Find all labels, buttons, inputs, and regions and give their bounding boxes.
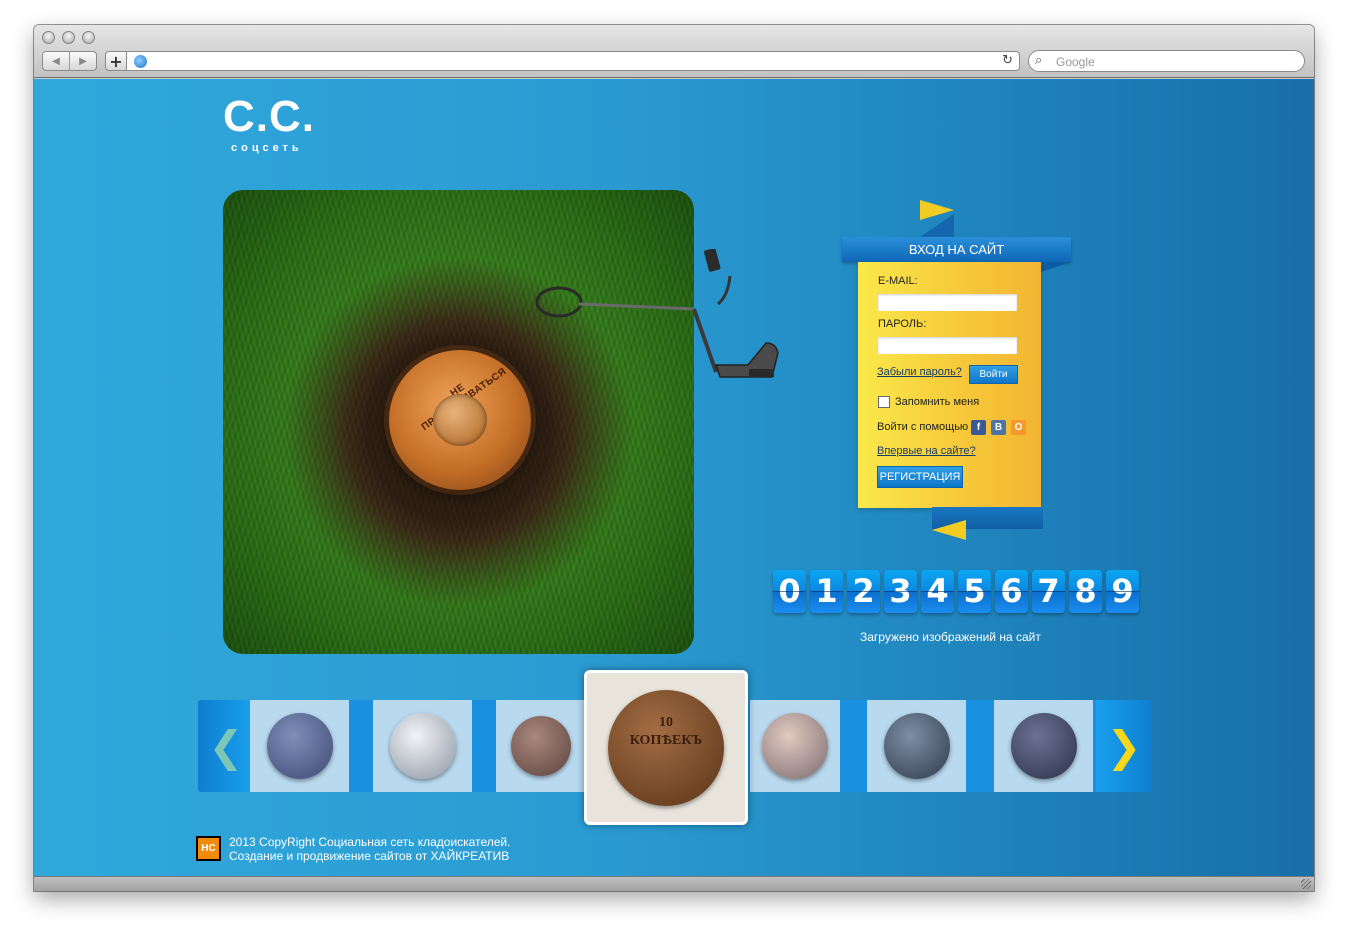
site-logo[interactable]: C.C. соцсеть [223, 92, 315, 154]
search-icon: ⌕ [1035, 53, 1043, 68]
coin-carousel: ❮ 10 КОПѢЕКЪ ❯ [198, 670, 1152, 825]
counter-digit: 0 [773, 570, 806, 613]
add-bookmark-button[interactable]: + [105, 51, 127, 71]
address-bar[interactable]: ↻ [127, 51, 1020, 71]
email-field[interactable] [878, 294, 1017, 311]
browser-toolbar: ◀ ▶ + ↻ ⌕ Google [34, 25, 1314, 78]
login-submit-button[interactable]: Войти [969, 365, 1018, 384]
login-form: E-MAIL: ПАРОЛЬ: Забыли пароль? Войти Зап… [858, 262, 1041, 508]
carousel-next-button[interactable]: ❯ [1096, 700, 1152, 792]
odnoklassniki-icon[interactable]: O [1011, 420, 1026, 435]
upload-counter: 0 1 2 3 4 5 6 7 8 9 [773, 570, 1139, 614]
counter-digit: 7 [1032, 570, 1065, 613]
coin-image [511, 716, 571, 776]
counter-digit: 6 [995, 570, 1028, 613]
coin-denomination: 10 [659, 714, 673, 730]
chevron-left-icon: ❮ [208, 721, 244, 771]
carousel-item[interactable] [867, 700, 966, 792]
counter-digit: 9 [1106, 570, 1139, 613]
close-window-button[interactable] [42, 31, 55, 44]
chevron-right-icon: ❯ [1106, 721, 1142, 771]
login-panel: ВХОД НА САЙТ E-MAIL: ПАРОЛЬ: Забыли паро… [842, 200, 1074, 550]
social-buttons: f B O [971, 420, 1031, 436]
coin-image: 10 КОПѢЕКЪ [608, 689, 724, 806]
email-label: E-MAIL: [878, 275, 918, 287]
coin-legend: КОПѢЕКЪ [629, 732, 703, 748]
carousel-item[interactable] [994, 700, 1093, 792]
carousel-prev-button[interactable]: ❮ [198, 700, 254, 792]
browser-window: ◀ ▶ + ↻ ⌕ Google C.C. соцсеть НЕ ПРИТРАГ… [34, 25, 1314, 891]
carousel-item[interactable] [496, 700, 586, 792]
carousel-item-active[interactable]: 10 КОПѢЕКЪ [584, 670, 748, 825]
coin-image [1010, 713, 1077, 779]
page-viewport: C.C. соцсеть НЕ ПРИТРАГИВАТЬСЯ ВХОД НА С [34, 79, 1314, 876]
resize-grip-icon[interactable] [1301, 879, 1311, 889]
coin-image [266, 713, 333, 779]
login-header: ВХОД НА САЙТ [842, 237, 1071, 262]
vkontakte-icon[interactable]: B [991, 420, 1006, 435]
counter-digit: 3 [884, 570, 917, 613]
footer-line-1: 2013 CopyRight Социальная сеть кладоиска… [229, 835, 511, 849]
password-field[interactable] [878, 337, 1017, 354]
login-title: ВХОД НА САЙТ [908, 242, 1005, 257]
logo-subtitle: соцсеть [231, 142, 303, 154]
remember-label: Запомнить меня [895, 396, 980, 408]
forward-arrow-icon[interactable]: ▶ [69, 52, 96, 70]
reload-icon[interactable]: ↻ [1002, 53, 1013, 68]
coin-image [883, 713, 950, 779]
minimize-window-button[interactable] [62, 31, 75, 44]
back-arrow-icon[interactable]: ◀ [43, 52, 69, 70]
status-bar [34, 876, 1314, 891]
counter-caption: Загружено изображений на сайт [860, 630, 1041, 644]
footer-line-2: Создание и продвижение сайтов от ХАЙКРЕА… [229, 849, 510, 863]
counter-digit: 8 [1069, 570, 1102, 613]
search-placeholder: Google [1056, 55, 1095, 69]
counter-digit: 2 [847, 570, 880, 613]
register-button[interactable]: РЕГИСТРАЦИЯ [877, 466, 963, 488]
globe-icon [134, 55, 147, 68]
counter-digit: 4 [921, 570, 954, 613]
remember-checkbox[interactable] [878, 396, 890, 408]
counter-digit: 1 [810, 570, 843, 613]
search-input[interactable]: ⌕ Google [1028, 50, 1305, 72]
logo-title: C.C. [223, 92, 315, 141]
facebook-icon[interactable]: f [971, 420, 986, 435]
developer-logo[interactable]: HC [196, 836, 221, 861]
metal-detector-illustration [535, 249, 779, 378]
coin-image [762, 713, 828, 779]
counter-digit: 5 [958, 570, 991, 613]
password-label: ПАРОЛЬ: [878, 318, 927, 330]
social-login-label: Войти с помощью [877, 421, 969, 433]
zoom-window-button[interactable] [82, 31, 95, 44]
carousel-item[interactable] [750, 700, 840, 792]
history-nav: ◀ ▶ [42, 51, 97, 71]
first-time-link[interactable]: Впервые на сайте? [877, 445, 976, 457]
forgot-password-link[interactable]: Забыли пароль? [877, 366, 962, 378]
coin-image [389, 713, 456, 779]
carousel-item[interactable] [373, 700, 472, 792]
footer-copyright: 2013 CopyRight Социальная сеть кладоиска… [229, 835, 510, 863]
carousel-item[interactable] [250, 700, 349, 792]
